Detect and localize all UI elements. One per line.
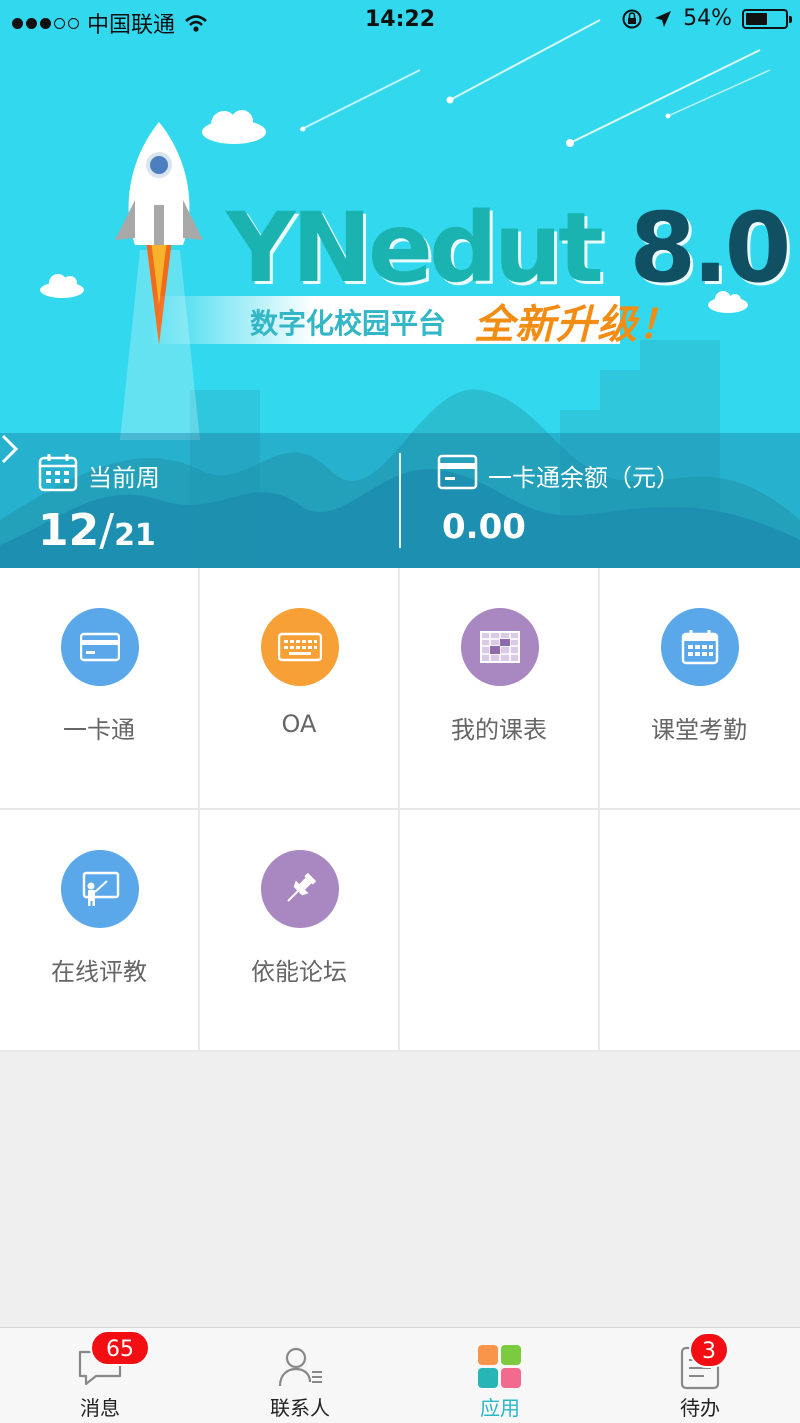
banner-subtitle: 数字化校园平台: [250, 307, 447, 340]
card-balance-label[interactable]: 一卡通余额（元）: [488, 458, 680, 493]
app-label: 一卡通: [63, 716, 135, 744]
app-attendance-icon-circle: [661, 608, 739, 686]
tab-label: 应用: [480, 1396, 520, 1420]
tab-messages[interactable]: 65 消息: [0, 1328, 200, 1423]
total-weeks: 21: [114, 518, 156, 553]
current-week-label: 当前周: [88, 464, 160, 492]
app-card-icon-circle: [61, 608, 139, 686]
app-online-evaluation[interactable]: 在线评教: [0, 810, 200, 1052]
current-week-value: 12/21: [38, 505, 156, 556]
todo-badge: 3: [689, 1332, 729, 1368]
app-label: OA: [281, 710, 317, 738]
banner: YNedut 8.0 数字化校园平台 全新升级！ 当前周 12/21 一卡通余额…: [0, 0, 800, 568]
app-label: 课堂考勤: [651, 716, 747, 744]
message-badge: 65: [90, 1330, 150, 1366]
orientation-lock-icon: [622, 9, 642, 28]
keyboard-icon: [278, 632, 322, 662]
tab-apps[interactable]: 应用: [400, 1328, 600, 1423]
week-separator: /: [99, 505, 115, 556]
battery-icon: [742, 8, 792, 29]
app-oa[interactable]: OA: [200, 568, 400, 810]
current-week-number: 12: [38, 505, 100, 556]
apps-icon: [478, 1345, 521, 1388]
app-empty-slot: [400, 810, 600, 1052]
info-divider: [399, 453, 401, 548]
app-my-schedule[interactable]: 我的课表: [400, 568, 600, 810]
app-card[interactable]: 一卡通: [0, 568, 200, 810]
tab-label: 联系人: [270, 1396, 330, 1420]
card-icon: [80, 632, 120, 662]
chevron-right-icon[interactable]: [0, 433, 20, 465]
tab-todo[interactable]: 3 待办: [600, 1328, 800, 1423]
banner-title: YNedut 8.0: [226, 192, 791, 304]
info-bar: 当前周 12/21 一卡通余额（元） 0.00: [0, 433, 800, 568]
tab-bar: 65 消息 联系人 应用 3 待办: [0, 1327, 800, 1423]
card-balance-value[interactable]: 0.00: [442, 507, 526, 547]
schedule-icon: [480, 631, 520, 663]
app-attendance[interactable]: 课堂考勤: [600, 568, 800, 810]
calendar-icon: [38, 454, 78, 492]
tab-label: 消息: [80, 1396, 120, 1420]
app-oa-icon-circle: [261, 608, 339, 686]
calendar-icon: [681, 630, 719, 665]
app-label: 我的课表: [451, 716, 547, 744]
battery-percent: 54%: [683, 6, 732, 31]
banner-title-version: 8.0: [629, 192, 791, 304]
contacts-icon: [278, 1347, 322, 1387]
card-icon: [437, 454, 478, 490]
app-schedule-icon-circle: [461, 608, 539, 686]
location-arrow-icon: [655, 10, 672, 27]
app-forum-icon-circle: [261, 850, 339, 928]
banner-title-text: YNedut: [226, 192, 630, 304]
app-forum[interactable]: 依能论坛: [200, 810, 400, 1052]
teacher-icon: [82, 871, 120, 906]
pushpin-icon: [287, 873, 316, 902]
app-label: 依能论坛: [251, 958, 347, 986]
app-empty-slot: [600, 810, 800, 1052]
tab-label: 待办: [680, 1396, 720, 1420]
app-grid: 一卡通 OA 我的课表 课堂考勤 在线评教 依能论坛: [0, 568, 800, 1052]
banner-subtitle-highlight: 全新升级！: [474, 302, 679, 348]
app-evaluation-icon-circle: [61, 850, 139, 928]
tab-contacts[interactable]: 联系人: [200, 1328, 400, 1423]
app-label: 在线评教: [51, 958, 147, 986]
status-bar: 中国联通 14:22 54%: [0, 0, 800, 40]
